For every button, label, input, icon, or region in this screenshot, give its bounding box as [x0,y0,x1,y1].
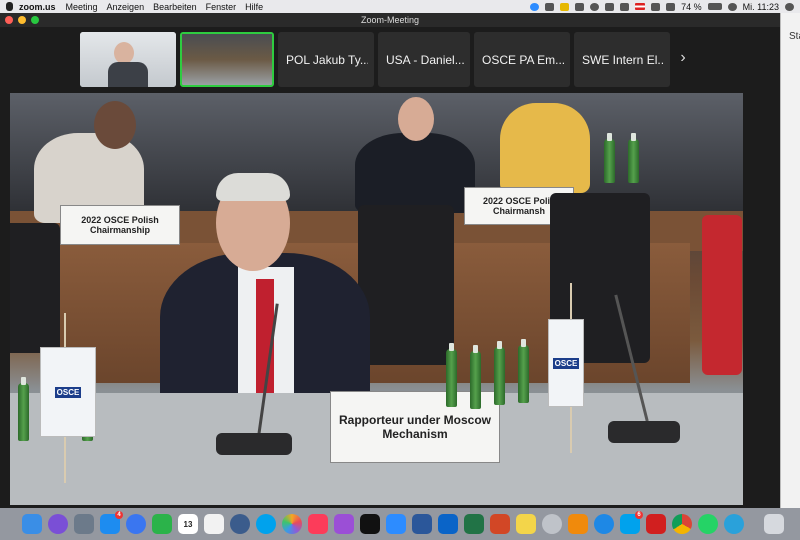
menu-edit[interactable]: Bearbeiten [153,2,197,12]
apple-tv-icon[interactable] [360,514,380,534]
calendar-icon[interactable]: 13 [178,514,198,534]
speaker-hair [216,173,290,201]
app-menu[interactable]: zoom.us [19,2,56,12]
participant-thumbnail-6[interactable]: SWE Intern El... [574,32,670,87]
signal-icon[interactable] [126,514,146,534]
water-bottle [446,343,457,407]
norton-tray-icon[interactable] [560,2,570,11]
launchpad-icon[interactable] [74,514,94,534]
podcasts-icon[interactable] [334,514,354,534]
water-bottle [470,345,481,409]
zoom-icon[interactable] [386,514,406,534]
help-icon[interactable] [542,514,562,534]
participant-name: SWE Intern El... [582,52,664,67]
skype-tray-icon[interactable] [575,2,585,11]
participant-name: OSCE PA Em... [482,52,564,67]
water-bottle [18,377,29,441]
chair-red [702,215,742,375]
menu-meeting[interactable]: Meeting [66,2,98,12]
photos-icon[interactable] [282,514,302,534]
spotlight-search-icon[interactable] [785,2,794,11]
vlc-icon[interactable] [568,514,588,534]
microphone-base-right [608,421,680,443]
word-icon[interactable] [412,514,432,534]
wifi-icon[interactable] [666,2,676,11]
microphone-base [216,433,292,455]
app-store-icon[interactable]: 4 [100,511,123,534]
water-bottle [604,133,615,183]
zoom-window: Zoom-Meeting POL Jakub Ty... USA - Danie… [0,13,780,508]
menu-help[interactable]: Hilfe [245,2,263,12]
excel-icon[interactable] [464,514,484,534]
bluetooth-icon[interactable] [605,2,615,11]
background-person-right [500,103,590,193]
acrobat-icon[interactable] [646,514,666,534]
clock-icon [727,2,737,11]
window-title: Zoom-Meeting [360,15,420,25]
menu-bar: zoom.us Meeting Anzeigen Bearbeiten Fens… [0,0,800,13]
powerpoint-icon[interactable] [490,514,510,534]
keyboard-layout-flag-icon[interactable] [635,3,646,10]
zoom-tray-icon[interactable] [530,2,540,11]
skype-badge: 6 [635,511,643,519]
menu-view[interactable]: Anzeigen [107,2,145,12]
participant-thumbnail-2[interactable] [180,32,274,87]
participant-name: POL Jakub Ty... [286,52,368,67]
phone-icon[interactable] [651,2,661,11]
participant-thumbnail-3[interactable]: POL Jakub Ty... [278,32,374,87]
chair-left [10,223,60,353]
telegram-icon[interactable] [724,514,744,534]
participant-thumbnail-5[interactable]: OSCE PA Em... [474,32,570,87]
reminders-icon[interactable] [204,514,224,534]
participant-body [108,62,148,87]
background-person-middle [355,133,475,213]
water-bottle [518,339,529,403]
participant-person [114,42,134,64]
window-titlebar: Zoom-Meeting [0,13,780,27]
app-store-badge: 4 [115,511,123,519]
next-page-chevron-icon[interactable]: › [676,47,690,69]
clock[interactable]: Mi. 11:23 [743,2,779,12]
safari-icon[interactable] [594,514,614,534]
osce-desk-flag-right: OSCE [548,319,584,407]
apple-icon[interactable] [6,2,13,11]
active-speaker-video[interactable]: 2022 OSCE Polish Chairmanship 2022 OSCE … [10,93,743,505]
chrome-icon[interactable] [672,514,692,534]
chair-middle [358,205,454,365]
osce-desk-flag-left: OSCE [40,347,96,437]
messages-icon[interactable] [152,514,172,534]
water-bottle [628,133,639,183]
participant-name: USA - Daniel... [386,52,464,67]
time-machine-icon[interactable] [590,2,600,11]
participant-thumbnail-4[interactable]: USA - Daniel... [378,32,470,87]
music-icon[interactable] [308,514,328,534]
telegram-tray-icon[interactable] [545,2,555,11]
participant-strip: POL Jakub Ty... USA - Daniel... OSCE PA … [0,27,780,93]
nameplate-left: 2022 OSCE Polish Chairmanship [60,205,180,245]
background-person-left-head [94,101,136,149]
water-bottle [494,341,505,405]
battery-percent: 74 % [681,1,702,12]
calendar-day: 13 [183,519,193,529]
background-window-label: Sta [789,31,800,42]
participant-thumbnail-1[interactable] [80,32,176,87]
finder-icon[interactable] [22,514,42,534]
stickies-icon[interactable] [516,514,536,534]
skype-dock-icon[interactable]: 6 [620,511,643,534]
volume-icon[interactable] [620,2,630,11]
dock: 4 13 6 [0,508,800,540]
menu-window[interactable]: Fenster [206,2,237,12]
battery-icon[interactable] [707,3,722,10]
background-window[interactable]: Sta [780,13,800,508]
siri-icon[interactable] [48,514,68,534]
participant-video [182,34,272,85]
background-person-middle-head [398,97,434,141]
outlook-icon[interactable] [438,514,458,534]
whatsapp-icon[interactable] [698,514,718,534]
trash-icon[interactable] [764,514,784,534]
skype-icon[interactable] [256,514,276,534]
quicktime-icon[interactable] [230,514,250,534]
